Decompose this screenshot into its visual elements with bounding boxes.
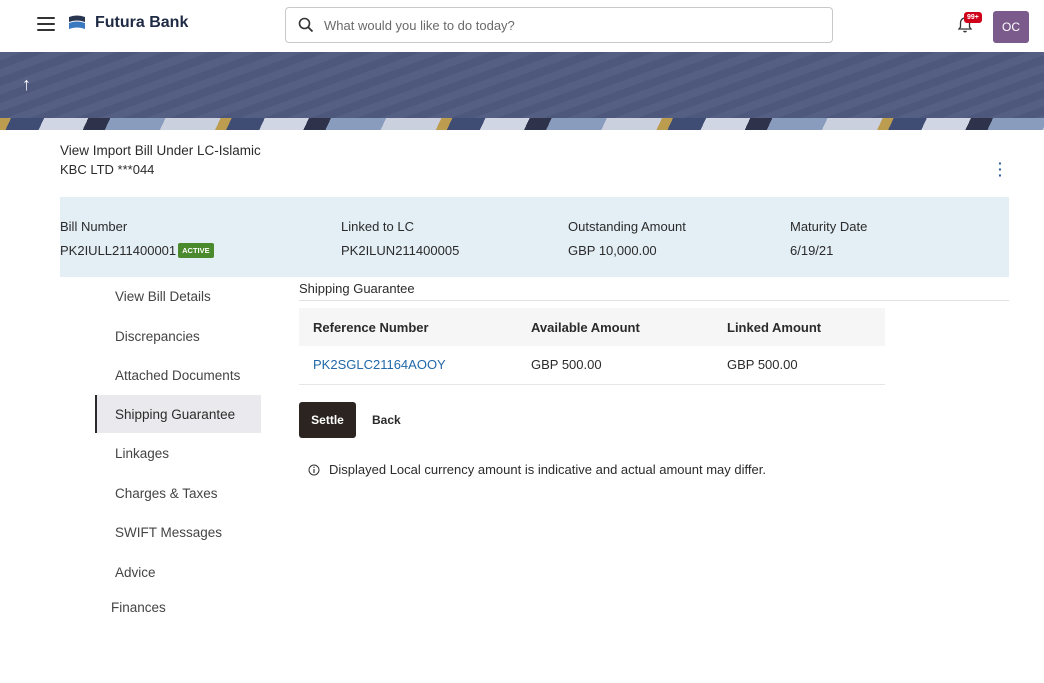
brand[interactable]: Futura Bank [67, 13, 188, 33]
nav-item-advice[interactable]: Advice [95, 553, 261, 591]
bill-number-value: PK2IULL211400001 [60, 243, 177, 258]
page-banner: ↑ [0, 52, 1044, 130]
search-bar[interactable] [285, 7, 833, 43]
maturity-date-label: Maturity Date [790, 219, 868, 234]
banner-stripe [0, 118, 1044, 130]
back-arrow-icon[interactable]: ↑ [22, 74, 31, 95]
disclaimer-text: Displayed Local currency amount is indic… [329, 462, 766, 477]
page-title: View Import Bill Under LC-Islamic [60, 143, 261, 158]
hamburger-menu-icon[interactable] [37, 17, 55, 33]
section-title: Shipping Guarantee [299, 281, 415, 296]
avatar[interactable]: OC [993, 11, 1029, 43]
linked-amount-cell: GBP 500.00 [713, 346, 885, 385]
more-options-icon[interactable]: · · · [998, 156, 1003, 182]
maturity-date-block: Maturity Date 6/19/21 [790, 219, 867, 258]
column-header: Reference Number [299, 308, 517, 346]
linked-lc-block: Linked to LC PK2ILUN211400005 [341, 219, 459, 258]
table-row: PK2SGLC21164AOOY GBP 500.00 GBP 500.00 [299, 346, 885, 385]
banner-texture [0, 52, 1044, 118]
available-amount-cell: GBP 500.00 [517, 346, 713, 385]
bill-number-block: Bill Number PK2IULL211400001 ACTIVE [60, 219, 214, 258]
brand-name: Futura Bank [95, 14, 189, 31]
column-header: Available Amount [517, 308, 713, 346]
page-subtitle: KBC LTD ***044 [60, 162, 155, 177]
linked-lc-value: PK2ILUN211400005 [341, 243, 460, 258]
nav-item-view-bill-details[interactable]: View Bill Details [95, 277, 261, 315]
outstanding-amount-block: Outstanding Amount GBP 10,000.00 [568, 219, 686, 258]
bill-summary: Bill Number PK2IULL211400001 ACTIVE Link… [60, 197, 1009, 277]
nav-item-shipping-guarantee[interactable]: Shipping Guarantee [95, 395, 261, 433]
nav-item-charges-taxes[interactable]: Charges & Taxes [95, 474, 261, 512]
outstanding-amount-value: GBP 10,000.00 [568, 243, 657, 258]
status-badge: ACTIVE [178, 243, 214, 258]
notification-badge: 99+ [964, 12, 982, 23]
search-icon [298, 17, 314, 33]
column-header: Linked Amount [713, 308, 885, 346]
outstanding-amount-label: Outstanding Amount [568, 219, 686, 234]
info-icon [308, 464, 320, 475]
nav-item-attached-documents[interactable]: Attached Documents [95, 356, 261, 394]
back-button[interactable]: Back [372, 402, 401, 438]
linked-lc-label: Linked to LC [341, 219, 414, 234]
nav-item-discrepancies[interactable]: Discrepancies [95, 317, 261, 355]
top-header: Futura Bank 99+ OC [0, 0, 1044, 52]
bill-number-value-row: PK2IULL211400001 ACTIVE [60, 243, 214, 258]
maturity-date-value: 6/19/21 [790, 243, 834, 258]
nav-item-swift-messages[interactable]: SWIFT Messages [95, 513, 261, 551]
nav-item-linkages[interactable]: Linkages [95, 434, 261, 472]
bank-logo-icon [69, 15, 85, 29]
shipping-guarantee-table: Reference Number Available Amount Linked… [299, 308, 885, 385]
nav-item-finances[interactable]: Finances [95, 588, 261, 626]
search-input[interactable] [324, 17, 804, 33]
bill-number-label: Bill Number [60, 219, 128, 234]
table-header-row: Reference Number Available Amount Linked… [299, 308, 885, 346]
disclaimer-note: Displayed Local currency amount is indic… [308, 462, 766, 477]
reference-number-link[interactable]: PK2SGLC21164AOOY [299, 346, 517, 385]
settle-button[interactable]: Settle [299, 402, 356, 438]
section-divider [299, 300, 1009, 301]
